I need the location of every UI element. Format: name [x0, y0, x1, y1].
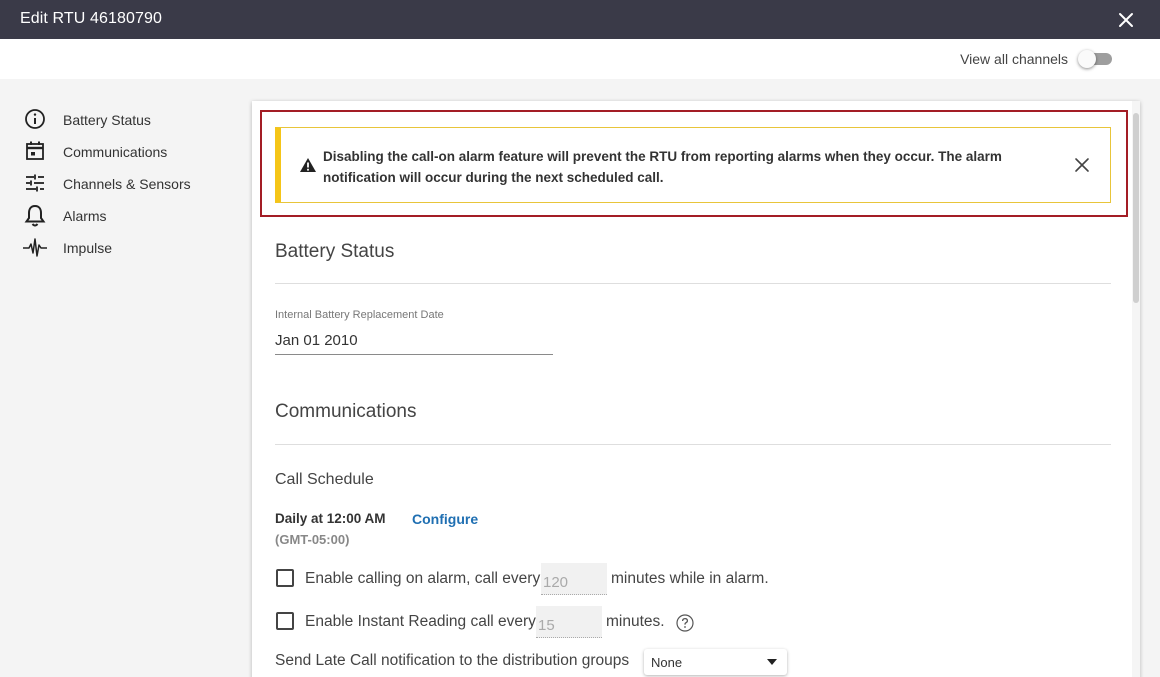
dismiss-alert-icon[interactable] — [1074, 157, 1090, 173]
battery-replacement-date-input[interactable] — [275, 327, 553, 355]
instant-call-label: Enable Instant Reading call every — [305, 613, 536, 630]
schedule-text: Daily at 12:00 AM — [275, 511, 386, 526]
distribution-group-value: None — [651, 655, 683, 670]
view-all-channels-toggle[interactable] — [1078, 50, 1112, 68]
instant-call-suffix: minutes. — [606, 613, 665, 630]
dialog-title: Edit RTU 46180790 — [20, 10, 162, 27]
view-all-channels-label: View all channels — [960, 51, 1068, 67]
battery-status-title: Battery Status — [275, 241, 395, 262]
nav-item-impulse[interactable]: Impulse — [22, 236, 222, 260]
pulse-icon — [22, 236, 48, 260]
warning-message: Disabling the call-on alarm feature will… — [323, 149, 1002, 185]
alarm-call-row: Enable calling on alarm, call every minu… — [276, 563, 796, 595]
nav-item-label: Battery Status — [63, 112, 151, 128]
instant-call-interval-input[interactable] — [536, 606, 602, 638]
distribution-group-select[interactable]: None — [644, 649, 787, 675]
info-circle-icon — [22, 108, 48, 132]
call-on-alarm-warning: Disabling the call-on alarm feature will… — [275, 127, 1111, 203]
close-icon[interactable] — [1116, 10, 1136, 30]
section-divider — [275, 283, 1111, 284]
rtu-edit-form: Disabling the call-on alarm feature will… — [252, 101, 1140, 677]
alarm-call-interval-input[interactable] — [541, 563, 607, 595]
chevron-down-icon — [767, 659, 777, 665]
nav-item-label: Impulse — [63, 240, 113, 256]
enable-instant-reading-checkbox[interactable] — [276, 612, 294, 630]
nav-item-label: Alarms — [63, 208, 107, 224]
nav-item-communications[interactable]: Communications — [22, 140, 222, 164]
schedule-timezone: (GMT-05:00) — [275, 532, 350, 547]
calendar-icon — [22, 140, 48, 164]
help-icon[interactable] — [676, 614, 694, 632]
bell-icon — [22, 204, 48, 228]
configure-schedule-link[interactable]: Configure — [412, 511, 478, 527]
nav-item-battery-status[interactable]: Battery Status — [22, 108, 222, 132]
nav-item-alarms[interactable]: Alarms — [22, 204, 222, 228]
call-schedule-title: Call Schedule — [275, 471, 374, 488]
section-divider — [275, 444, 1111, 445]
warning-icon — [299, 157, 317, 173]
enable-alarm-call-checkbox[interactable] — [276, 569, 294, 587]
nav-item-label: Channels & Sensors — [63, 176, 191, 192]
alarm-call-label: Enable calling on alarm, call every — [305, 570, 541, 587]
communications-title: Communications — [275, 401, 417, 422]
options-bar: View all channels — [0, 39, 1160, 79]
late-call-label: Send Late Call notification to the distr… — [275, 652, 630, 669]
nav-item-label: Communications — [63, 144, 168, 160]
dialog-titlebar: Edit RTU 46180790 — [0, 0, 1160, 39]
alarm-call-suffix: minutes while in alarm. — [611, 570, 769, 587]
scrollbar-thumb[interactable] — [1133, 113, 1139, 303]
form-scrollbar[interactable] — [1132, 101, 1140, 677]
nav-item-channels-sensors[interactable]: Channels & Sensors — [22, 172, 222, 196]
toggle-knob — [1078, 50, 1096, 68]
battery-replacement-date-label: Internal Battery Replacement Date — [275, 309, 444, 321]
sliders-icon — [22, 172, 48, 196]
instant-call-row: Enable Instant Reading call every minute… — [276, 606, 716, 638]
